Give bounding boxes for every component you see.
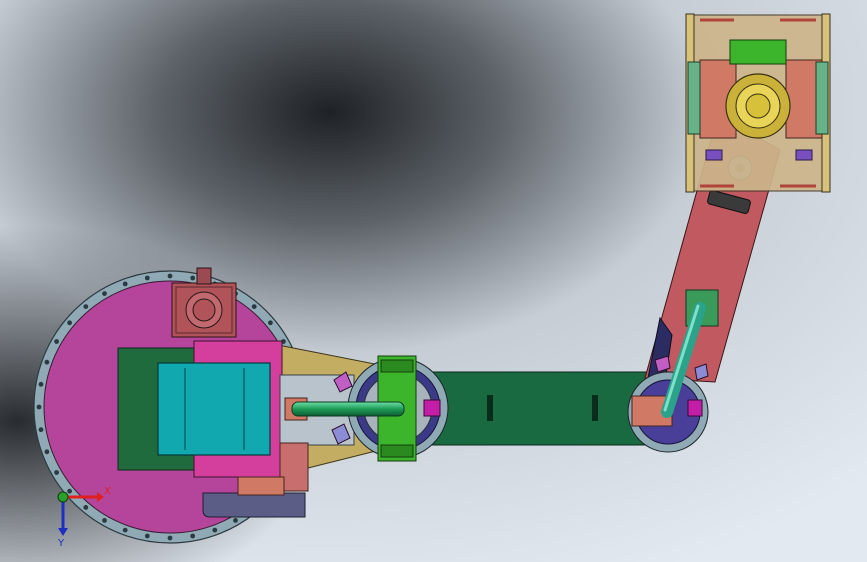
bolt-hole [44,449,50,455]
shoulder-drive-rod [291,401,405,417]
bolt-hole [167,535,173,541]
bolt-hole [67,488,72,494]
robot-arm-assembly-view[interactable]: X Y [0,0,867,562]
bolt-hole [54,339,59,344]
lower-arm[interactable] [414,371,654,446]
bolt-hole [251,304,257,309]
cad-viewport[interactable]: X Y [0,0,867,562]
bolt-hole [212,527,218,533]
bolt-hole [122,527,128,533]
triad-origin [57,491,69,503]
bolt-hole [83,505,89,510]
end-effector[interactable] [685,13,831,193]
bolt-hole [36,404,42,410]
bolt-hole [102,291,107,296]
bolt-hole [38,381,44,387]
bolt-hole [83,304,89,309]
bolt-hole [268,320,273,326]
bolt-hole [144,533,150,539]
triad-y-label: Y [57,538,65,549]
bolt-hole [122,281,128,287]
bolt-hole [44,359,50,365]
bolt-hole [54,470,59,475]
bolt-hole [38,427,44,433]
bolt-hole [144,275,150,281]
bolt-hole [67,320,72,326]
triad-x-label: X [104,486,111,497]
bolt-hole [190,533,196,539]
bolt-hole [190,275,196,281]
bolt-hole [102,518,107,523]
bolt-hole [167,273,173,279]
bolt-hole [233,518,238,523]
